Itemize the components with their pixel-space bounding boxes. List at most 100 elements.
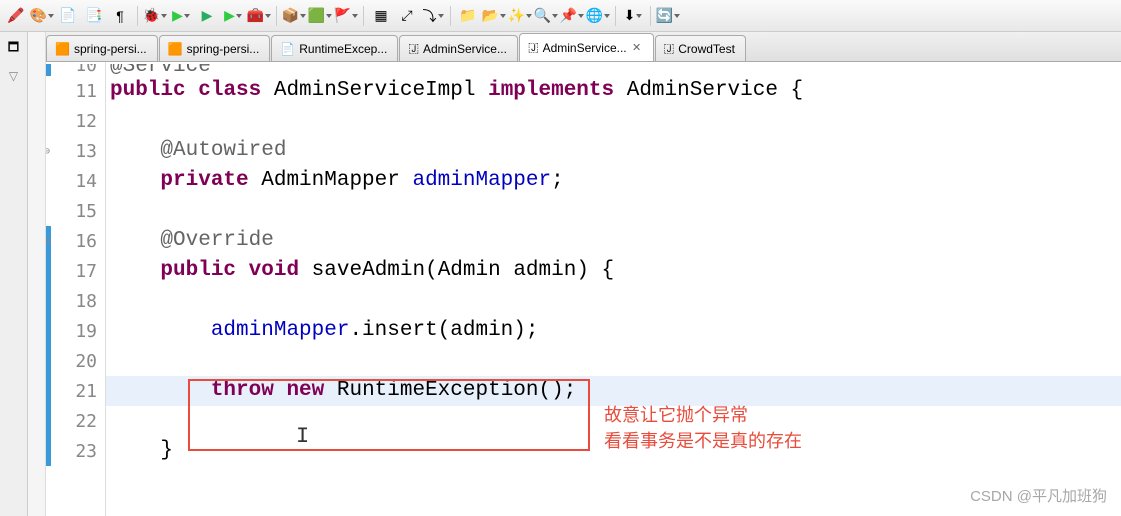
line-gutter: 10111213⊖141516⊖17181920212223 (46, 62, 106, 516)
change-marker (46, 436, 51, 466)
package-icon[interactable]: 📦 (282, 4, 306, 28)
dropdown-caret-icon[interactable] (326, 14, 332, 18)
search-icon[interactable]: 🔍 (534, 4, 558, 28)
change-marker (46, 346, 51, 376)
folder-icon[interactable]: 📁 (456, 4, 480, 28)
run-ext-icon[interactable]: ▶ (221, 4, 245, 28)
dropdown-caret-icon[interactable] (438, 14, 444, 18)
left-toolbar: 🗖 ▽ (0, 32, 28, 516)
expand-icon[interactable]: ⤢ (395, 4, 419, 28)
code-line[interactable]: private AdminMapper adminMapper; (106, 166, 1121, 196)
expand-down-icon[interactable]: ⤵ (421, 4, 445, 28)
dropdown-caret-icon[interactable] (265, 14, 271, 18)
class-icon[interactable]: 🟩 (308, 4, 332, 28)
line-number: 11 (46, 76, 105, 106)
line-number: 13⊖ (46, 136, 105, 166)
code-line[interactable]: @Override (106, 226, 1121, 256)
dropdown-caret-icon[interactable] (300, 14, 306, 18)
pin-icon[interactable]: 📌 (560, 4, 584, 28)
change-marker (46, 256, 51, 286)
run-icon[interactable]: ▶ (169, 4, 193, 28)
toolbar-separator (137, 6, 138, 26)
file-icon: 🇯 (528, 40, 539, 55)
tab-label: CrowdTest (678, 42, 735, 56)
code-line[interactable] (106, 346, 1121, 376)
change-marker (46, 316, 51, 346)
doc-new-icon[interactable]: 📄 (56, 4, 80, 28)
fold-icon[interactable]: ⊖ (46, 236, 50, 247)
dropdown-caret-icon[interactable] (674, 14, 680, 18)
toolbar-separator (650, 6, 651, 26)
code-line[interactable]: @Service (106, 64, 1121, 76)
debug-icon[interactable]: 🐞 (143, 4, 167, 28)
tab-admin-service-impl[interactable]: 🇯AdminService...✕ (519, 33, 654, 61)
tab-crowd-test[interactable]: 🇯CrowdTest (655, 35, 746, 61)
close-icon[interactable]: ✕ (631, 42, 643, 54)
code-area[interactable]: 10111213⊖141516⊖17181920212223 @Servicep… (46, 62, 1121, 516)
dropdown-caret-icon[interactable] (500, 14, 506, 18)
code-line[interactable] (106, 106, 1121, 136)
toolbox-icon[interactable]: 🧰 (247, 4, 271, 28)
fold-icon[interactable]: ⊖ (46, 146, 50, 157)
code-line[interactable]: adminMapper.insert(admin); (106, 316, 1121, 346)
watermark: CSDN @平凡加班狗 (970, 485, 1107, 506)
tab-label: RuntimeExcep... (299, 42, 387, 56)
line-number: 12 (46, 106, 105, 136)
doc-stack-icon[interactable]: 📑 (82, 4, 106, 28)
file-icon: 🇯 (664, 41, 675, 56)
dropdown-caret-icon[interactable] (352, 14, 358, 18)
pilcrow-icon[interactable]: ¶ (108, 4, 132, 28)
download-icon[interactable]: ⬇ (621, 4, 645, 28)
dropdown-caret-icon[interactable] (636, 14, 642, 18)
file-icon: 🟧 (168, 42, 183, 56)
globe-icon[interactable]: 🌐 (586, 4, 610, 28)
editor-area: 🗖 ▽ 🟧spring-persi...🟧spring-persi...📄Run… (0, 32, 1121, 516)
line-number: 18 (46, 286, 105, 316)
dropdown-caret-icon[interactable] (526, 14, 532, 18)
dropdown-caret-icon[interactable] (184, 14, 190, 18)
main-toolbar: 🖍️🎨📄📑¶🐞▶▶▶🧰📦🟩🚩▦⤢⤵📁📂✨🔍📌🌐⬇🔄 (0, 0, 1121, 32)
code-line[interactable] (106, 286, 1121, 316)
grid-icon[interactable]: ▦ (369, 4, 393, 28)
code-line[interactable]: @Autowired (106, 136, 1121, 166)
code-lines[interactable]: @Servicepublic class AdminServiceImpl im… (106, 62, 1121, 516)
line-number: 17 (46, 256, 105, 286)
line-number: 19 (46, 316, 105, 346)
dropdown-caret-icon[interactable] (48, 14, 54, 18)
file-icon: 📄 (280, 42, 295, 56)
dropdown-caret-icon[interactable] (552, 14, 558, 18)
flag-icon[interactable]: 🚩 (334, 4, 358, 28)
down-arrow-icon[interactable]: ▽ (2, 64, 26, 88)
tab-label: spring-persi... (74, 42, 147, 56)
line-number: 15 (46, 196, 105, 226)
overview-ruler (28, 32, 46, 516)
tab-spring-persi-2[interactable]: 🟧spring-persi... (159, 35, 271, 61)
change-marker (46, 64, 51, 76)
code-line[interactable] (106, 196, 1121, 226)
refresh-icon[interactable]: 🔄 (656, 4, 680, 28)
code-line[interactable]: public void saveAdmin(Admin admin) { (106, 256, 1121, 286)
line-number: 16⊖ (46, 226, 105, 256)
file-icon: 🇯 (408, 41, 419, 56)
dropdown-caret-icon[interactable] (604, 14, 610, 18)
dropdown-caret-icon[interactable] (578, 14, 584, 18)
coverage-icon[interactable]: ▶ (195, 4, 219, 28)
tab-runtime-exception[interactable]: 📄 RuntimeExcep... (271, 35, 398, 61)
line-number: 23 (46, 436, 105, 466)
line-number: 14 (46, 166, 105, 196)
folder-open-icon[interactable]: 📂 (482, 4, 506, 28)
wand-icon[interactable]: ✨ (508, 4, 532, 28)
highlight-icon[interactable]: 🖍️ (4, 4, 28, 28)
paint-icon[interactable]: 🎨 (30, 4, 54, 28)
tab-spring-persi-1[interactable]: 🟧 spring-persi... (46, 35, 158, 61)
code-line[interactable]: public class AdminServiceImpl implements… (106, 76, 1121, 106)
change-marker (46, 376, 51, 406)
line-number: 20 (46, 346, 105, 376)
file-icon: 🟧 (55, 42, 70, 56)
dropdown-caret-icon[interactable] (236, 14, 242, 18)
line-number: 10 (46, 64, 105, 76)
restore-icon[interactable]: 🗖 (2, 36, 26, 60)
annotation-text: 故意让它抛个异常 看看事务是不是真的存在 (604, 402, 802, 454)
tab-admin-service[interactable]: 🇯AdminService... (399, 35, 518, 61)
dropdown-caret-icon[interactable] (161, 14, 167, 18)
